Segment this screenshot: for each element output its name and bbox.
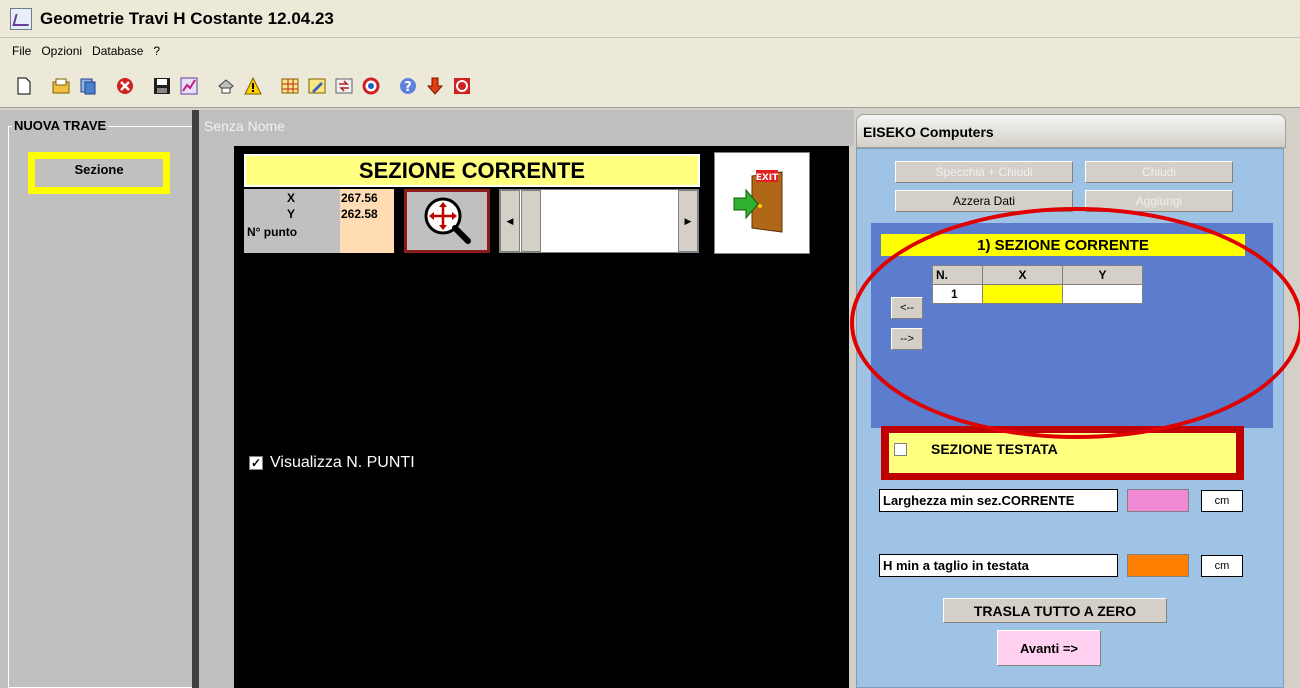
document-title: Senza Nome (199, 110, 854, 146)
point-scrollbar[interactable]: ◀ ▶ (499, 189, 699, 253)
points-panel: 1) SEZIONE CORRENTE N. X Y 1 <-- --> (871, 223, 1273, 428)
visualizza-punti-label: Visualizza N. PUNTI (270, 454, 415, 471)
delete-icon[interactable] (113, 74, 137, 98)
x-value: 267.56 (341, 191, 378, 205)
h-min-unit: cm (1201, 555, 1243, 577)
sezione-testata-label: SEZIONE TESTATA (931, 441, 1058, 457)
check-icon: ✓ (249, 456, 263, 470)
document-body: SEZIONE CORRENTE X Y N° punto 267.56 262… (199, 146, 854, 688)
warning-icon[interactable] (241, 74, 265, 98)
coordinate-labels: X Y N° punto (244, 189, 340, 253)
menu-file[interactable]: File (12, 44, 31, 58)
download-icon[interactable] (423, 74, 447, 98)
azzera-dati-button[interactable]: Azzera Dati (895, 190, 1073, 212)
toolbar: ? (0, 64, 1300, 108)
coordinate-values: 267.56 262.58 (340, 189, 394, 253)
x-label: X (287, 191, 296, 205)
avanti-button[interactable]: Avanti => (997, 630, 1101, 666)
h-min-label: H min a taglio in testata (879, 554, 1118, 577)
exit-door-icon: EXIT (733, 170, 783, 233)
copy-icon[interactable] (76, 74, 100, 98)
splitter[interactable] (192, 110, 199, 688)
window-title: Geometrie Travi H Costante 12.04.23 (40, 8, 334, 28)
drawing-canvas[interactable]: SEZIONE CORRENTE X Y N° punto 267.56 262… (234, 146, 849, 688)
column-header-n: N. (932, 265, 983, 285)
menu-opzioni[interactable]: Opzioni (41, 44, 82, 58)
grid-icon[interactable] (278, 74, 302, 98)
left-panel: NUOVA TRAVE Sezione (0, 110, 192, 688)
sezione-testata-frame: SEZIONE TESTATA (881, 426, 1244, 480)
menu-bar: File Opzioni Database ? (0, 38, 1300, 64)
app-chart-icon (10, 7, 32, 30)
save-icon[interactable] (150, 74, 174, 98)
nuova-trave-label: NUOVA TRAVE (12, 118, 109, 133)
new-file-icon[interactable] (12, 74, 36, 98)
row-x-cell[interactable] (982, 284, 1063, 304)
scroll-left-arrow-icon[interactable]: ◀ (500, 190, 520, 252)
open-icon[interactable] (49, 74, 73, 98)
visualizza-punti-checkbox[interactable]: ✓ Visualizza N. PUNTI (249, 454, 415, 472)
table-row: 1 (932, 284, 1143, 304)
trasla-tutto-a-zero-button[interactable]: TRASLA TUTTO A ZERO (943, 598, 1167, 623)
column-header-y: Y (1062, 265, 1143, 285)
prev-point-button[interactable]: <-- (891, 297, 923, 319)
y-label: Y (287, 207, 296, 221)
right-panel: EISEKO Computers Specchia + Chiudi Chiud… (854, 110, 1300, 688)
document-window: Senza Nome SEZIONE CORRENTE X Y N° punto… (199, 110, 854, 688)
h-min-input[interactable] (1127, 554, 1189, 577)
scroll-right-arrow-icon[interactable]: ▶ (678, 190, 698, 252)
larghezza-min-label: Larghezza min sez.CORRENTE (879, 489, 1118, 512)
sezione-testata-checkbox[interactable]: SEZIONE TESTATA (889, 433, 1236, 473)
menu-help[interactable]: ? (153, 44, 160, 58)
sezione-button-label: Sezione (35, 159, 163, 187)
right-panel-body: Specchia + Chiudi Chiudi Azzera Dati Agg… (856, 148, 1284, 688)
zoom-button[interactable] (404, 189, 490, 253)
points-panel-header: 1) SEZIONE CORRENTE (881, 234, 1245, 256)
edit-icon[interactable] (305, 74, 329, 98)
punto-label: N° punto (247, 225, 298, 239)
title-bar: Geometrie Travi H Costante 12.04.23 (0, 0, 1300, 38)
next-point-button[interactable]: --> (891, 328, 923, 350)
coordinate-readout: X Y N° punto 267.56 262.58 (244, 189, 394, 253)
right-panel-title: EISEKO Computers (856, 114, 1286, 148)
print-icon[interactable] (214, 74, 238, 98)
larghezza-min-input[interactable] (1127, 489, 1189, 512)
menu-database[interactable]: Database (92, 44, 143, 58)
svg-text:EXIT: EXIT (756, 173, 779, 183)
testata-checkbox-box[interactable] (894, 443, 907, 456)
chiudi-button[interactable]: Chiudi (1085, 161, 1233, 183)
sezione-button[interactable]: Sezione (28, 152, 170, 194)
refresh-icon[interactable] (359, 74, 383, 98)
zoom-extents-icon (424, 197, 471, 244)
svg-text:?: ? (404, 80, 412, 95)
points-table[interactable]: N. X Y 1 (932, 265, 1143, 304)
stop-icon[interactable] (450, 74, 474, 98)
aggiungi-button[interactable]: Aggiungi (1085, 190, 1233, 212)
column-header-x: X (982, 265, 1063, 285)
transform-icon[interactable] (332, 74, 356, 98)
section-header: SEZIONE CORRENTE (244, 154, 700, 187)
row-n-cell[interactable]: 1 (932, 284, 983, 304)
row-y-cell[interactable] (1062, 284, 1143, 304)
scroll-thumb[interactable] (521, 190, 541, 252)
larghezza-unit: cm (1201, 490, 1243, 512)
nuova-trave-frame (8, 126, 192, 688)
y-value: 262.58 (341, 207, 378, 221)
specchia-chiudi-button[interactable]: Specchia + Chiudi (895, 161, 1073, 183)
exit-button[interactable]: EXIT (714, 152, 810, 254)
help-icon[interactable]: ? (396, 74, 420, 98)
table-header-row: N. X Y (932, 265, 1143, 285)
chart-icon[interactable] (177, 74, 201, 98)
